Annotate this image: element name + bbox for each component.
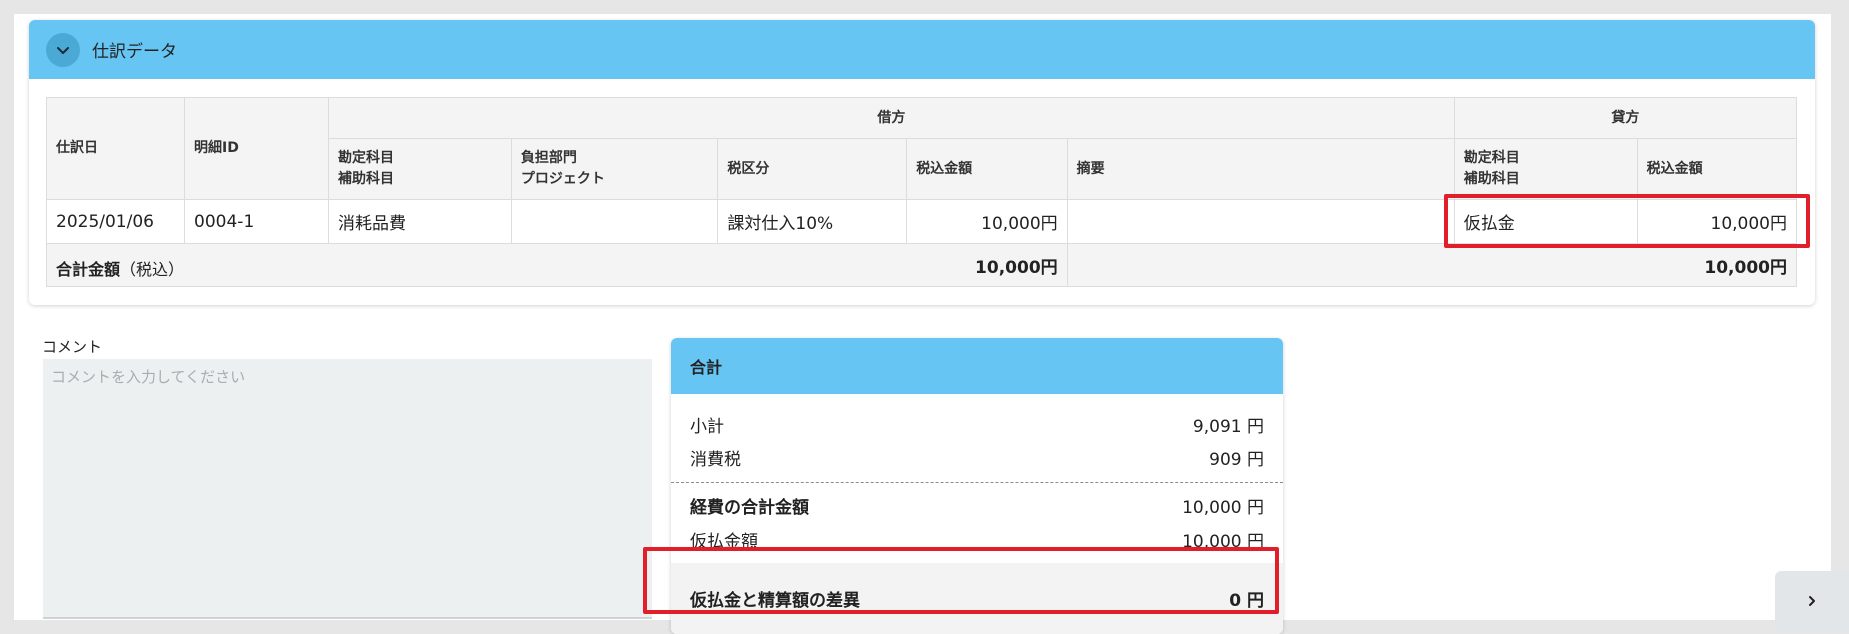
cell-tax-category: 課対仕入10% (717, 199, 908, 244)
header-debit-account-label: 勘定科目 (338, 150, 394, 166)
total-debit-value: 10,000円 (975, 257, 1058, 278)
header-tax-category: 税区分 (717, 138, 908, 200)
header-department-label: 負担部門 (520, 150, 577, 166)
header-credit-sub-account-label: 補助科目 (1463, 171, 1520, 187)
header-debit-account: 勘定科目 補助科目 (328, 138, 512, 200)
tax-value: 909 円 (1209, 450, 1264, 470)
header-debit-sub-account-label: 補助科目 (338, 171, 394, 187)
header-memo: 摘要 (1066, 138, 1455, 200)
cell-debit-amount: 10,000円 (906, 199, 1068, 244)
header-debit-amount: 税込金額 (906, 138, 1068, 200)
total-debit-cell: 合計金額（税込） 10,000円 (46, 243, 1068, 287)
cell-memo (1066, 199, 1455, 244)
expense-total-value: 10,000 円 (1182, 498, 1264, 518)
totals-title: 合計 (671, 338, 1283, 394)
header-department: 負担部門 プロジェクト (510, 138, 719, 200)
cell-debit-account: 消耗品費 (328, 199, 512, 244)
expense-total-label: 経費の合計金額 (690, 498, 809, 518)
comment-label: コメント (42, 338, 103, 356)
total-label-suffix: （税込） (120, 260, 185, 279)
total-row: 合計金額（税込） 10,000円 10,000円 (46, 243, 1798, 287)
credit-highlight-box (1444, 194, 1810, 248)
tax-row: 消費税 909 円 (690, 445, 1264, 470)
header-credit-account: 勘定科目 補助科目 (1453, 138, 1638, 200)
header-credit-account-label: 勘定科目 (1463, 150, 1520, 166)
subtotal-value: 9,091 円 (1192, 417, 1264, 437)
divider (671, 482, 1283, 483)
tax-label: 消費税 (690, 450, 741, 470)
chevron-right-icon (1805, 593, 1819, 612)
journal-title: 仕訳データ (92, 42, 177, 62)
header-credit: 貸方 (1453, 97, 1798, 139)
cell-detail-id: 0004-1 (184, 199, 329, 244)
header-debit: 借方 (328, 97, 1455, 139)
expense-total-row: 経費の合計金額 10,000 円 (690, 493, 1264, 518)
comment-input[interactable] (43, 359, 652, 619)
header-detail-id: 明細ID (184, 97, 329, 200)
cell-department (510, 199, 719, 244)
next-button[interactable] (1775, 571, 1849, 633)
journal-card: 仕訳データ 仕訳日 明細ID 借方 貸方 勘定科目 補助科目 負担部門 プロジェ… (29, 20, 1815, 305)
header-project-label: プロジェクト (520, 171, 605, 187)
cell-date: 2025/01/06 (45, 199, 186, 244)
total-label-group: 合計金額（税込） (56, 256, 184, 280)
chevron-down-icon[interactable] (46, 32, 80, 67)
subtotal-row: 小計 9,091 円 (690, 412, 1264, 437)
total-credit-value: 10,000円 (1066, 243, 1798, 287)
difference-highlight-box (643, 547, 1279, 614)
header-date: 仕訳日 (45, 97, 186, 200)
header-credit-amount: 税込金額 (1636, 138, 1798, 200)
total-label: 合計金額 (56, 260, 121, 279)
page: 仕訳データ 仕訳日 明細ID 借方 貸方 勘定科目 補助科目 負担部門 プロジェ… (14, 14, 1831, 634)
journal-card-header[interactable]: 仕訳データ (29, 20, 1815, 79)
journal-table: 仕訳日 明細ID 借方 貸方 勘定科目 補助科目 負担部門 プロジェクト 税区分… (45, 97, 1798, 287)
subtotal-label: 小計 (690, 417, 724, 437)
